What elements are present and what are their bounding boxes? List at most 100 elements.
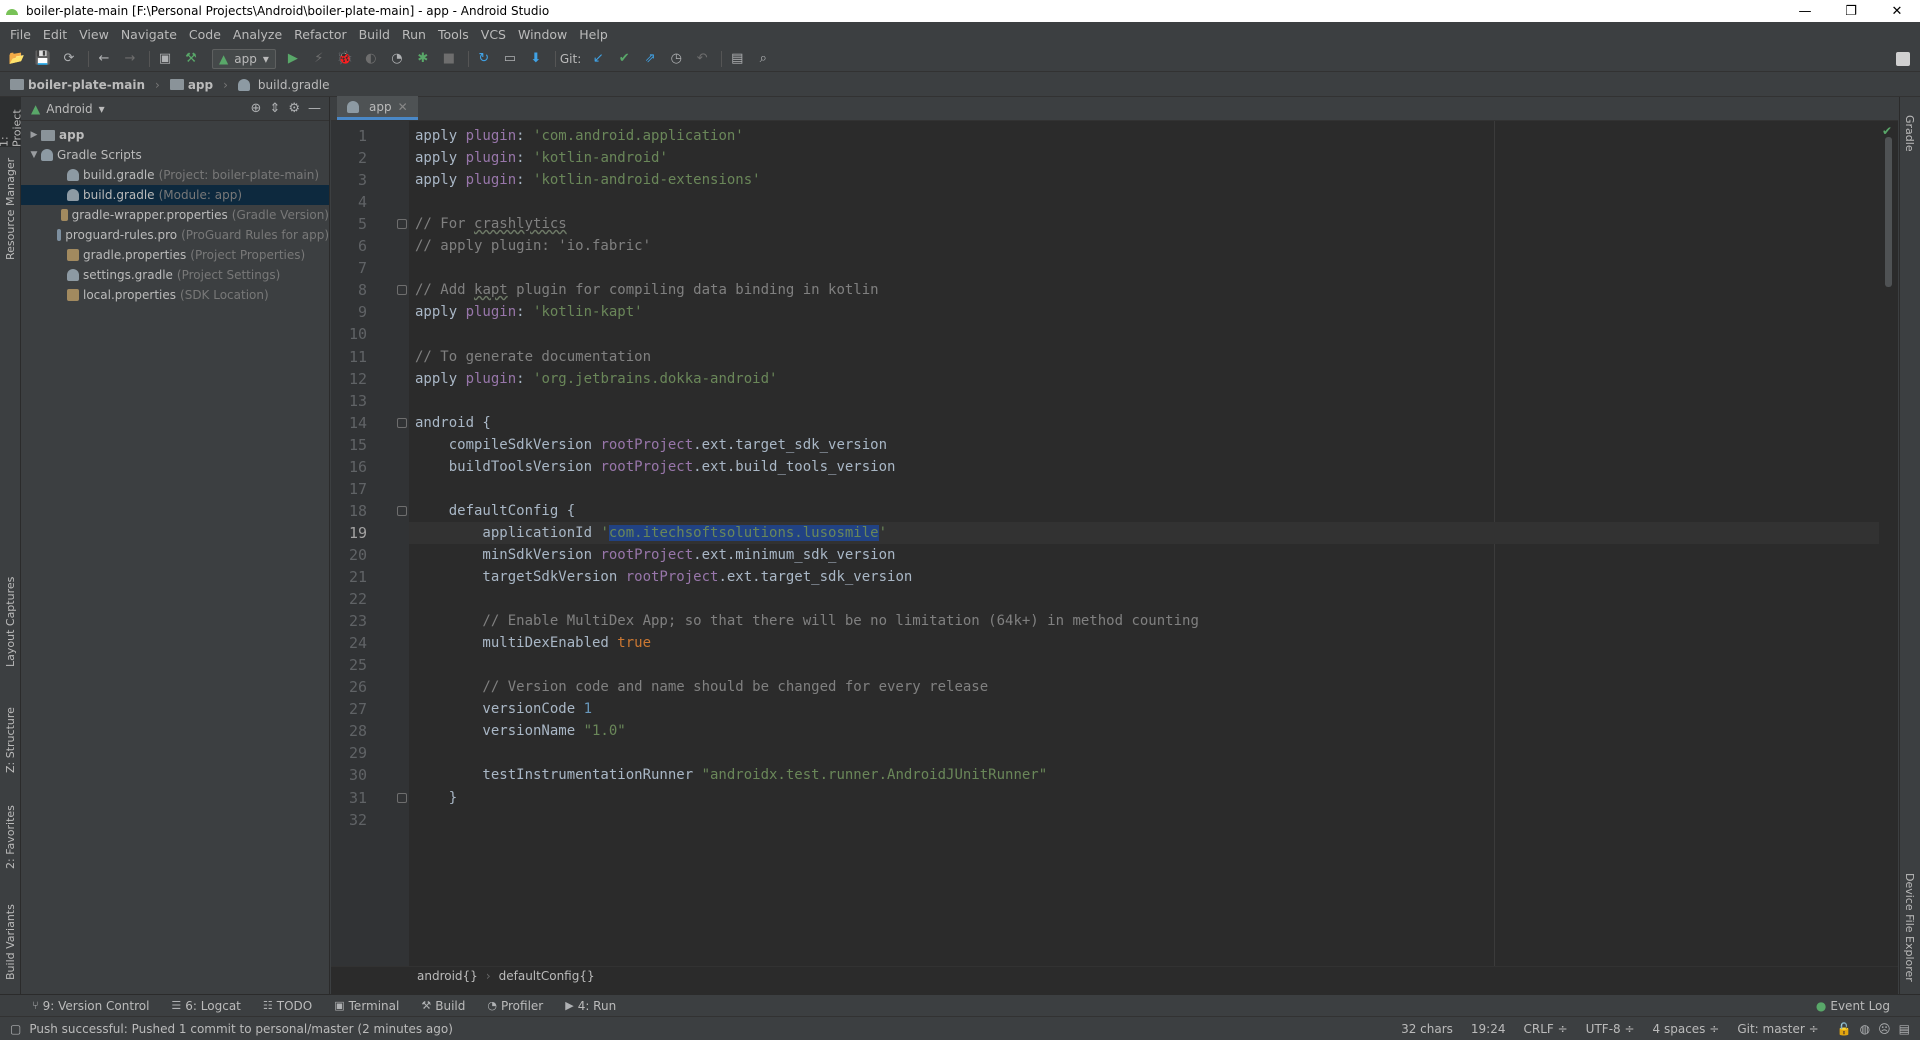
- fold-marker-icon[interactable]: [397, 417, 407, 428]
- code-line[interactable]: multiDexEnabled true: [415, 632, 651, 654]
- menu-refactor[interactable]: Refactor: [288, 27, 352, 42]
- event-log-tab[interactable]: ● Event Log: [1816, 999, 1890, 1013]
- caret-position[interactable]: 19:24: [1471, 1022, 1506, 1036]
- close-tab-icon[interactable]: ✕: [398, 100, 408, 114]
- menu-tools[interactable]: Tools: [432, 27, 475, 42]
- tree-item[interactable]: ▶ app: [21, 125, 329, 145]
- code-line[interactable]: applicationId 'com.itechsoftsolutions.lu…: [415, 522, 887, 544]
- layout-toggle-icon[interactable]: [1896, 51, 1910, 66]
- tool-tab-build-variants[interactable]: Build Variants: [0, 897, 21, 987]
- tree-item[interactable]: gradle.properties (Project Properties): [21, 245, 329, 265]
- make-project-hammer-icon[interactable]: ⚒: [180, 48, 202, 70]
- encoding-selector[interactable]: UTF-8 ÷: [1586, 1022, 1635, 1036]
- apply-changes-icon[interactable]: ⚡: [308, 48, 330, 70]
- breadcrumb-module[interactable]: app: [188, 78, 213, 92]
- tool-tab-profiler[interactable]: ◔ Profiler: [487, 999, 543, 1013]
- menu-file[interactable]: File: [4, 27, 37, 42]
- code-line[interactable]: // apply plugin: 'io.fabric': [415, 235, 651, 257]
- sync-icon[interactable]: ⟳: [58, 48, 80, 70]
- locate-file-icon[interactable]: ⊕: [251, 101, 262, 116]
- code-line[interactable]: apply plugin: 'com.android.application': [415, 125, 744, 147]
- collapsed-arrow-icon[interactable]: ▶: [27, 130, 41, 140]
- menu-help[interactable]: Help: [573, 27, 614, 42]
- code-line[interactable]: // Enable MultiDex App; so that there wi…: [415, 610, 1198, 632]
- code-line[interactable]: }: [415, 787, 457, 809]
- avd-manager-icon[interactable]: ▭: [499, 48, 521, 70]
- code-line[interactable]: android {: [415, 412, 491, 434]
- inspection-ok-icon[interactable]: ✔: [1882, 124, 1892, 138]
- menu-analyze[interactable]: Analyze: [227, 27, 288, 42]
- tree-item[interactable]: gradle-wrapper.properties (Gradle Version…: [21, 205, 329, 225]
- close-button[interactable]: ✕: [1874, 0, 1920, 22]
- status-message[interactable]: Push successful: Pushed 1 commit to pers…: [29, 1022, 453, 1036]
- fold-marker-icon[interactable]: [397, 285, 407, 296]
- tool-tab-resource-manager[interactable]: Resource Manager: [0, 153, 21, 265]
- back-arrow-icon[interactable]: ←: [93, 48, 115, 70]
- tool-tab-project[interactable]: 1: Project: [0, 97, 24, 147]
- tool-tab-layout-captures[interactable]: Layout Captures: [0, 572, 21, 672]
- fold-marker-icon[interactable]: [397, 219, 407, 230]
- breadcrumb-file[interactable]: build.gradle: [258, 78, 330, 92]
- gear-icon[interactable]: ⚙: [288, 101, 300, 116]
- code-editor[interactable]: apply plugin: 'com.android.application' a…: [409, 121, 1879, 966]
- memory-indicator-icon[interactable]: ◍: [1860, 1022, 1870, 1036]
- tree-item[interactable]: build.gradle (Module: app): [21, 185, 329, 205]
- notifications-icon[interactable]: ▤: [1899, 1022, 1910, 1036]
- inspector-face-icon[interactable]: ☹: [1878, 1022, 1891, 1036]
- fold-marker-icon[interactable]: [397, 792, 407, 803]
- project-view-selector[interactable]: ▲ Android ▾: [31, 102, 105, 116]
- hide-panel-icon[interactable]: —: [308, 101, 321, 116]
- code-line[interactable]: targetSdkVersion rootProject.ext.target_…: [415, 566, 912, 588]
- tool-tab-structure[interactable]: Z: Structure: [0, 700, 21, 780]
- code-line[interactable]: apply plugin: 'kotlin-android-extensions…: [415, 169, 761, 191]
- git-update-icon[interactable]: ↙: [587, 48, 609, 70]
- code-line[interactable]: minSdkVersion rootProject.ext.minimum_sd…: [415, 544, 895, 566]
- line-separator-selector[interactable]: CRLF ÷: [1523, 1022, 1567, 1036]
- code-line[interactable]: apply plugin: 'org.jetbrains.dokka-andro…: [415, 368, 777, 390]
- tool-tab-todo[interactable]: ☷ TODO: [263, 999, 312, 1013]
- tool-tab-build[interactable]: ⚒ Build: [421, 999, 465, 1013]
- open-folder-icon[interactable]: 📂: [6, 48, 28, 70]
- tree-item[interactable]: build.gradle (Project: boiler-plate-main): [21, 165, 329, 185]
- minimize-button[interactable]: —: [1782, 0, 1828, 22]
- code-line[interactable]: versionCode 1: [415, 698, 592, 720]
- tool-tab-version-control[interactable]: ⑂ 9: Version Control: [32, 999, 149, 1013]
- device-manager-icon[interactable]: ▤: [726, 48, 748, 70]
- expanded-arrow-icon[interactable]: ▼: [27, 150, 41, 160]
- menu-edit[interactable]: Edit: [37, 27, 73, 42]
- code-line[interactable]: // Version code and name should be chang…: [415, 676, 988, 698]
- indent-selector[interactable]: 4 spaces ÷: [1653, 1022, 1720, 1036]
- project-structure-icon[interactable]: ▣: [154, 48, 176, 70]
- git-rollback-icon[interactable]: ↶: [691, 48, 713, 70]
- git-branch-selector[interactable]: Git: master ÷: [1737, 1022, 1818, 1036]
- tool-tab-logcat[interactable]: ☰ 6: Logcat: [171, 999, 240, 1013]
- menu-window[interactable]: Window: [512, 27, 573, 42]
- stop-icon[interactable]: ■: [438, 48, 460, 70]
- restore-button[interactable]: ❐: [1828, 0, 1874, 22]
- editor-scrollbar[interactable]: [1885, 137, 1892, 287]
- tree-item[interactable]: settings.gradle (Project Settings): [21, 265, 329, 285]
- menu-navigate[interactable]: Navigate: [115, 27, 183, 42]
- tool-tab-terminal[interactable]: ▣ Terminal: [334, 999, 399, 1013]
- tool-tab-run[interactable]: ▶ 4: Run: [565, 999, 616, 1013]
- editor-tab-app[interactable]: app ✕: [337, 96, 418, 120]
- search-everywhere-icon[interactable]: ⌕: [752, 48, 774, 70]
- code-line[interactable]: // To generate documentation: [415, 346, 651, 368]
- run-configuration-dropdown[interactable]: ▲ app ▾: [212, 48, 276, 69]
- tool-tab-gradle[interactable]: Gradle: [1899, 103, 1920, 163]
- run-icon[interactable]: ▶: [282, 48, 304, 70]
- tree-item[interactable]: proguard-rules.pro (ProGuard Rules for ap…: [21, 225, 329, 245]
- code-line[interactable]: // For crashlytics: [415, 213, 567, 235]
- menu-build[interactable]: Build: [353, 27, 396, 42]
- menu-code[interactable]: Code: [183, 27, 227, 42]
- git-history-icon[interactable]: ◷: [665, 48, 687, 70]
- menu-view[interactable]: View: [73, 27, 115, 42]
- save-icon[interactable]: 💾: [32, 48, 54, 70]
- structure-crumb-defaultconfig[interactable]: defaultConfig{}: [499, 969, 595, 983]
- code-line[interactable]: testInstrumentationRunner "androidx.test…: [415, 764, 1047, 786]
- debug-icon[interactable]: 🐞: [334, 48, 356, 70]
- collapse-all-icon[interactable]: ⇕: [269, 101, 280, 116]
- code-line[interactable]: apply plugin: 'kotlin-kapt': [415, 301, 643, 323]
- code-line[interactable]: // Add kapt plugin for compiling data bi…: [415, 279, 879, 301]
- attach-debugger-icon[interactable]: ✱: [412, 48, 434, 70]
